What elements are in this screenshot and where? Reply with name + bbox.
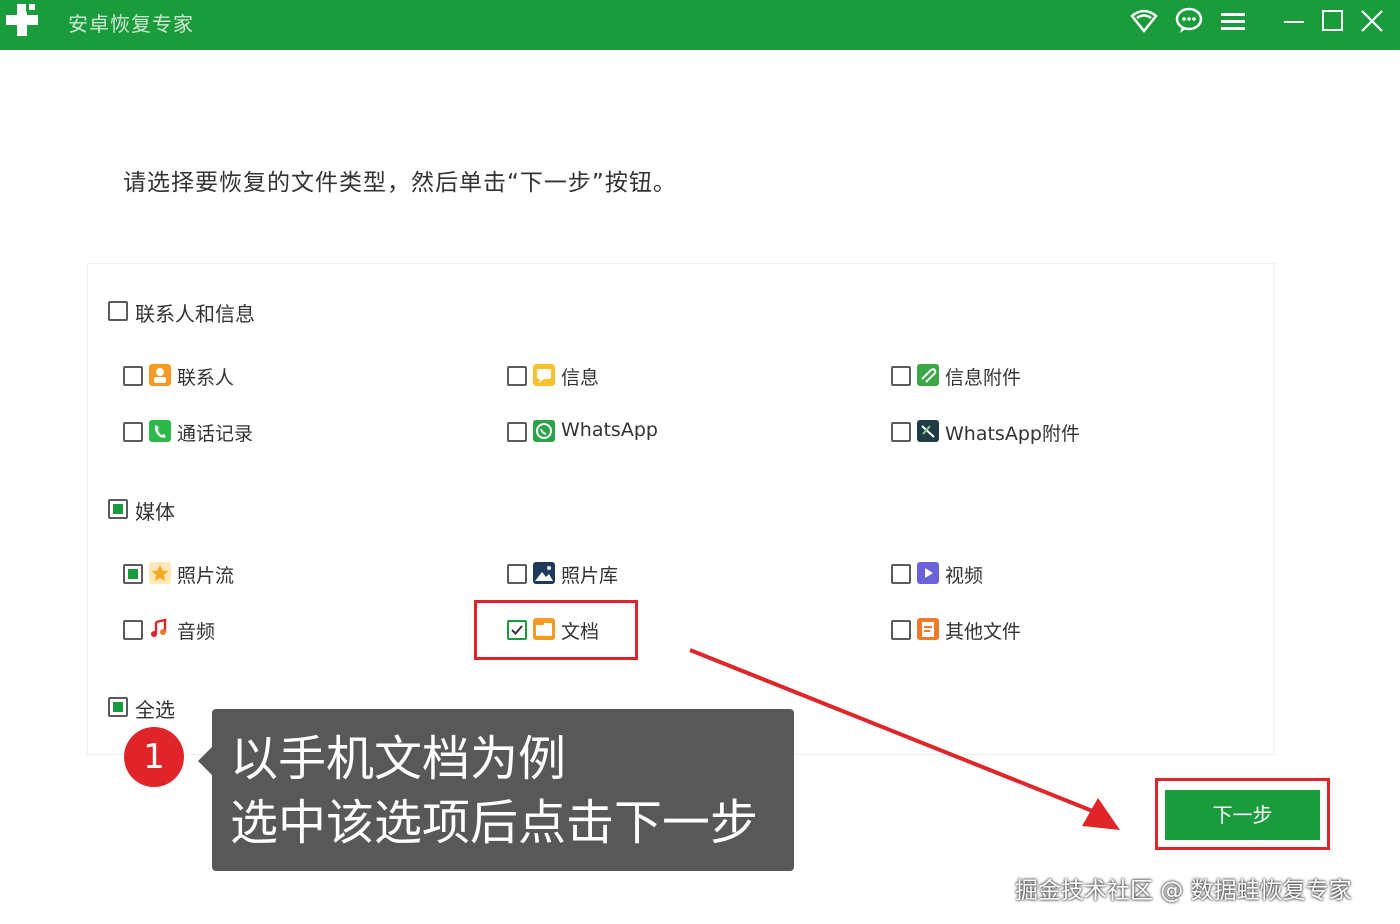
whatsapp-icon bbox=[533, 420, 555, 442]
video-label: 视频 bbox=[945, 565, 984, 587]
minimize-icon[interactable] bbox=[1280, 6, 1310, 36]
media-group-checkbox[interactable] bbox=[108, 499, 128, 519]
other-files-checkbox[interactable] bbox=[891, 620, 911, 640]
callout-line-1: 以手机文档为例 bbox=[230, 731, 567, 787]
whatsapp-attachments-checkbox[interactable] bbox=[891, 422, 911, 442]
whatsapp-attachments-label: WhatsApp附件 bbox=[945, 423, 1080, 445]
photo-library-icon bbox=[533, 562, 555, 584]
video-icon bbox=[917, 562, 939, 584]
callout-line-2: 选中该选项后点击下一步 bbox=[230, 795, 759, 851]
callout-box: 以手机文档为例 选中该选项后点击下一步 bbox=[198, 709, 794, 871]
message-attachments-label: 信息附件 bbox=[945, 367, 1022, 389]
audio-checkbox[interactable] bbox=[123, 620, 143, 640]
video-checkbox[interactable] bbox=[891, 564, 911, 584]
close-icon[interactable] bbox=[1357, 6, 1387, 36]
call-log-label: 通话记录 bbox=[177, 423, 254, 445]
instruction-text: 请选择要恢复的文件类型，然后单击“下一步”按钮。 bbox=[123, 170, 677, 196]
contacts-checkbox[interactable] bbox=[123, 366, 143, 386]
phone-icon bbox=[149, 420, 171, 442]
photostream-label: 照片流 bbox=[177, 565, 235, 587]
file-type-panel bbox=[87, 263, 1275, 755]
call-log-checkbox[interactable] bbox=[123, 422, 143, 442]
whatsapp-label: WhatsApp bbox=[561, 419, 658, 441]
message-attachments-checkbox[interactable] bbox=[891, 366, 911, 386]
wifi-icon[interactable] bbox=[1129, 6, 1159, 36]
other-files-icon bbox=[917, 618, 939, 640]
messages-checkbox[interactable] bbox=[507, 366, 527, 386]
contacts-label: 联系人 bbox=[177, 367, 235, 389]
whatsapp-checkbox[interactable] bbox=[507, 422, 527, 442]
select-all-label: 全选 bbox=[135, 698, 175, 722]
documents-highlight bbox=[474, 600, 638, 660]
messages-label: 信息 bbox=[561, 367, 600, 389]
next-button[interactable]: 下一步 bbox=[1165, 790, 1320, 840]
contacts-group-label: 联系人和信息 bbox=[135, 302, 255, 326]
contact-icon bbox=[149, 364, 171, 386]
chat-icon[interactable] bbox=[1174, 6, 1204, 36]
whatsapp-attachment-icon bbox=[917, 420, 939, 442]
photo-library-label: 照片库 bbox=[561, 565, 619, 587]
contacts-group-checkbox[interactable] bbox=[108, 301, 128, 321]
photostream-checkbox[interactable] bbox=[123, 564, 143, 584]
app-title: 安卓恢复专家 bbox=[68, 12, 194, 36]
other-files-label: 其他文件 bbox=[945, 621, 1022, 643]
watermark: 掘金技术社区 @ 数据蛙恢复专家 bbox=[1015, 878, 1352, 904]
maximize-icon[interactable] bbox=[1318, 6, 1348, 36]
menu-icon[interactable] bbox=[1218, 6, 1248, 36]
message-icon bbox=[533, 364, 555, 386]
step-badge: 1 bbox=[124, 727, 184, 787]
app-logo-icon bbox=[4, 2, 40, 38]
attachment-icon bbox=[917, 364, 939, 386]
audio-icon bbox=[149, 618, 171, 640]
audio-label: 音频 bbox=[177, 621, 216, 643]
media-group-label: 媒体 bbox=[135, 500, 175, 524]
photostream-icon bbox=[149, 562, 171, 584]
photo-library-checkbox[interactable] bbox=[507, 564, 527, 584]
select-all-checkbox[interactable] bbox=[108, 697, 128, 717]
title-bar: 安卓恢复专家 bbox=[0, 0, 1400, 50]
